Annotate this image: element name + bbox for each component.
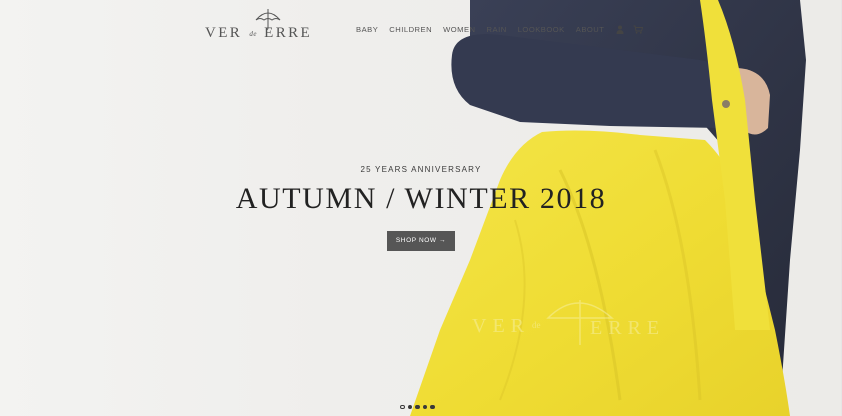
hero-content: 25 YEARS ANNIVERSARY AUTUMN / WINTER 201… — [0, 165, 842, 251]
nav-item-baby[interactable]: BABY — [356, 25, 378, 34]
nav-item-women[interactable]: WOMEN — [443, 25, 475, 34]
site-header: VER de ERRE BABY CHILDREN WOMEN RAIN LOO… — [0, 0, 842, 56]
brand-logo[interactable]: VER de ERRE — [205, 8, 311, 44]
brand-name-right: ERRE — [264, 25, 313, 41]
cart-icon[interactable] — [633, 24, 644, 34]
nav-item-rain[interactable]: RAIN — [487, 25, 507, 34]
nav-item-children[interactable]: CHILDREN — [389, 25, 432, 34]
user-icon[interactable] — [615, 24, 625, 34]
slide-dot-2[interactable] — [407, 404, 412, 410]
shop-now-button[interactable]: SHOP NOW → — [386, 231, 456, 251]
bag-logo-de: de — [532, 320, 541, 330]
main-nav: BABY CHILDREN WOMEN RAIN LOOKBOOK ABOUT — [356, 22, 651, 36]
bag-logo-right: ERRE — [590, 317, 665, 339]
page: VER de ERRE VER de ERRE BABY CHILDREN WO… — [0, 0, 842, 416]
slide-dot-1[interactable] — [400, 404, 405, 410]
nav-item-about[interactable]: ABOUT — [576, 25, 605, 34]
nav-item-lookbook[interactable]: LOOKBOOK — [518, 25, 565, 34]
brand-wordmark: VER de ERRE — [205, 25, 312, 42]
slide-dot-5[interactable] — [430, 404, 435, 410]
bag-logo-left: VER — [472, 315, 530, 337]
slide-dot-3[interactable] — [415, 404, 420, 410]
brand-name-de: de — [249, 30, 257, 38]
hero-eyebrow: 25 YEARS ANNIVERSARY — [360, 165, 482, 174]
slide-dot-4[interactable] — [422, 404, 427, 410]
slider-pagination — [400, 403, 438, 411]
hero-headline: AUTUMN / WINTER 2018 — [235, 182, 607, 215]
brand-name-left: VER — [205, 25, 243, 41]
